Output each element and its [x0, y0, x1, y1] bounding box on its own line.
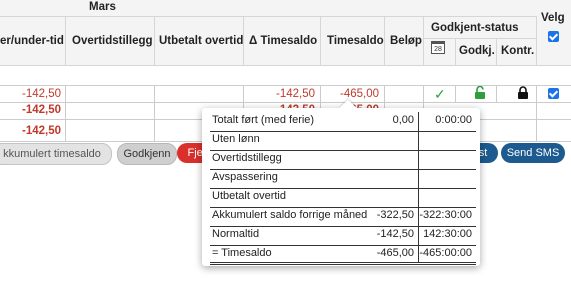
velg-header: Velg	[541, 12, 565, 24]
month-label: Mars	[89, 1, 116, 13]
calendar-icon[interactable]: 28	[431, 41, 445, 54]
row2-over-under: -142,50	[21, 104, 61, 116]
utbetalt-overtid-header: Utbetalt overtid	[159, 35, 244, 47]
row1-over-under: -142,50	[21, 88, 61, 100]
popup-row-normaltid: Normaltid -142,50 142:30:00	[212, 228, 472, 240]
popup-row-totalt-fort: Totalt ført (med ferie) 0,00 0:00:00	[212, 114, 472, 126]
popup-row-utbetalt-overtid: Utbetalt overtid	[212, 190, 286, 202]
timesaldo-header: Timesaldo	[327, 35, 384, 47]
row3-over-under: -142,50	[21, 125, 61, 137]
over-under-tid-header: er/under-tid	[0, 35, 64, 47]
locked-padlock-icon[interactable]	[516, 86, 530, 100]
popup-row-timesaldo-total: = Timesaldo -465,00 -465:00:00	[212, 247, 472, 259]
akkumulert-timesaldo-button[interactable]: kkumulert timesaldo	[0, 143, 112, 165]
select-all-checkbox[interactable]	[548, 31, 559, 42]
checkmark-icon: ✓	[434, 86, 446, 102]
kontr-header: Kontr.	[501, 45, 535, 57]
row1-select-checkbox[interactable]	[548, 88, 559, 99]
popup-row-overtidstillegg: Overtidstillegg	[212, 152, 282, 164]
godkj-header: Godkj.	[459, 45, 495, 57]
belop-header: Beløp	[390, 35, 422, 47]
row1-timesaldo[interactable]: -465,00	[340, 88, 379, 100]
godkjenn-button[interactable]: Godkjenn	[117, 143, 177, 165]
delta-timesaldo-header: Δ Timesaldo	[249, 35, 318, 47]
popup-row-uten-lonn: Uten lønn	[212, 133, 260, 145]
month-header-bar	[0, 0, 571, 16]
overtidstillegg-header: Overtidstillegg	[72, 35, 153, 47]
row1-delta-timesaldo: -142,50	[275, 88, 315, 100]
popup-row-avspassering: Avspassering	[212, 171, 278, 183]
timesaldo-breakdown-popup: Totalt ført (med ferie) 0,00 0:00:00 Ute…	[202, 99, 480, 266]
send-sms-button[interactable]: Send SMS	[501, 143, 565, 163]
unlocked-padlock-icon[interactable]	[473, 86, 487, 100]
popup-row-akkumulert-saldo: Akkumulert saldo forrige måned -322,50 -…	[212, 209, 472, 221]
godkjent-status-header: Godkjent-status	[431, 22, 519, 34]
